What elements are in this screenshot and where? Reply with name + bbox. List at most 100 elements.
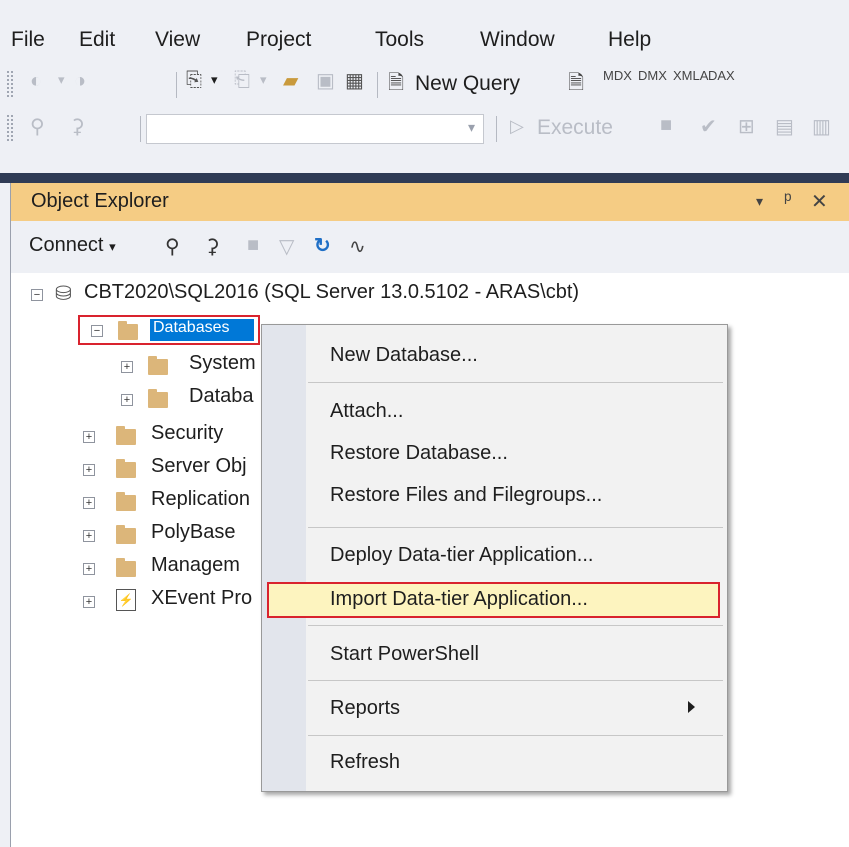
menu-window[interactable]: Window <box>480 28 555 52</box>
docking-band <box>0 173 849 183</box>
new-query-button[interactable]: New Query <box>415 72 520 96</box>
new-project-dropdown-icon[interactable]: ▾ <box>211 72 218 88</box>
replication-label: Replication <box>151 488 250 510</box>
execute-icon[interactable]: ▷ <box>510 116 524 137</box>
save-icon[interactable]: ▣ <box>316 68 335 93</box>
databases-context-menu: New Database... Attach... Restore Databa… <box>261 324 728 792</box>
tree-node-polybase[interactable]: + PolyBase <box>83 521 283 551</box>
folder-icon <box>116 525 136 544</box>
save-all-icon[interactable]: ▦ <box>345 68 364 93</box>
sql-editor-toolbar: ⚲ ⚳ ▾ ▷ Execute ■ ✔ ⊞ ▤ ▥ <box>0 106 849 150</box>
menu-project[interactable]: Project <box>246 28 311 52</box>
tree-node-replication[interactable]: + Replication <box>83 488 283 518</box>
refresh-icon[interactable]: ↻ <box>314 233 331 258</box>
database-engine-query-icon[interactable]: 🗎 <box>568 68 584 102</box>
expand-icon[interactable]: + <box>83 431 95 443</box>
menu-file[interactable]: File <box>11 28 45 52</box>
new-query-icon[interactable]: 🗎 <box>388 68 404 102</box>
menu-view[interactable]: View <box>155 28 200 52</box>
dmx-query-icon[interactable]: DMX <box>638 68 667 83</box>
display-plan-icon[interactable]: ⊞ <box>738 114 755 139</box>
menu-bar: File Edit View Project Tools Window Help <box>0 0 849 62</box>
expand-icon[interactable]: + <box>83 464 95 476</box>
menu-separator <box>308 527 723 528</box>
back-dropdown-icon[interactable]: ▾ <box>58 72 65 88</box>
stop-icon[interactable]: ■ <box>247 234 259 257</box>
back-icon[interactable]: ◐ <box>30 70 42 93</box>
expand-icon[interactable]: + <box>121 361 133 373</box>
filter-icon[interactable]: ▽ <box>279 234 294 259</box>
close-icon[interactable]: ✕ <box>811 189 828 214</box>
toolbar-grip[interactable] <box>6 70 14 98</box>
expand-icon[interactable]: + <box>83 596 95 608</box>
stop-icon[interactable]: ■ <box>660 114 672 137</box>
add-item-icon[interactable]: ⎗ <box>234 69 250 92</box>
dax-query-icon[interactable]: DAX <box>708 68 735 83</box>
toolbar-separator <box>176 72 177 98</box>
results-icon[interactable]: ▥ <box>812 114 831 139</box>
add-item-dropdown-icon[interactable]: ▾ <box>260 72 267 88</box>
activity-monitor-icon[interactable]: ∿ <box>349 234 366 259</box>
menu-item-import-data-tier[interactable]: Import Data-tier Application... <box>330 588 588 611</box>
connect-icon[interactable]: ⚲ <box>30 114 45 139</box>
pin-icon[interactable]: ᵖ <box>784 189 792 212</box>
object-explorer-toolbar: Connect ▾ ⚲ ⚳ ■ ▽ ↻ ∿ <box>11 221 849 273</box>
polybase-label: PolyBase <box>151 521 236 543</box>
toolbar-separator <box>140 116 141 142</box>
parse-icon[interactable]: ✔ <box>700 114 717 139</box>
toolbar-grip[interactable] <box>6 114 14 142</box>
submenu-arrow-icon <box>688 701 695 713</box>
new-project-icon[interactable]: ⎘ <box>186 69 202 92</box>
menu-edit[interactable]: Edit <box>79 28 115 52</box>
available-databases-combo[interactable]: ▾ <box>146 114 484 144</box>
object-explorer-title-bar: Object Explorer ▾ ᵖ ✕ <box>11 183 849 221</box>
tree-node-xevent-profiler[interactable]: + ⚡ XEvent Pro <box>83 587 283 617</box>
folder-icon <box>116 492 136 511</box>
menu-item-restore-database[interactable]: Restore Database... <box>330 442 508 465</box>
expand-icon[interactable]: + <box>83 497 95 509</box>
tree-node-management[interactable]: + Managem <box>83 554 283 584</box>
tree-node-system-databases[interactable]: + System <box>121 352 281 382</box>
menu-item-start-powershell[interactable]: Start PowerShell <box>330 643 479 666</box>
menu-separator <box>308 680 723 681</box>
folder-icon <box>116 459 136 478</box>
xmla-query-icon[interactable]: XMLA <box>673 68 708 83</box>
chevron-down-icon: ▾ <box>467 119 475 135</box>
disconnect-icon[interactable]: ⚳ <box>205 234 220 259</box>
menu-separator <box>308 735 723 736</box>
change-connection-icon[interactable]: ⚳ <box>70 114 85 139</box>
menu-item-restore-files-filegroups[interactable]: Restore Files and Filegroups... <box>330 484 602 507</box>
menu-item-refresh[interactable]: Refresh <box>330 751 400 774</box>
tree-node-server[interactable]: − ⛁ CBT2020\SQL2016 (SQL Server 13.0.510… <box>11 281 849 311</box>
expand-icon[interactable]: + <box>121 394 133 406</box>
connect-button[interactable]: Connect ▾ <box>29 234 116 257</box>
menu-item-attach[interactable]: Attach... <box>330 400 403 423</box>
menu-tools[interactable]: Tools <box>375 28 424 52</box>
expand-icon[interactable]: + <box>83 530 95 542</box>
execute-button[interactable]: Execute <box>537 116 613 140</box>
connect-icon[interactable]: ⚲ <box>165 234 180 259</box>
server-icon: ⛁ <box>55 283 72 305</box>
query-designer-icon[interactable]: ▤ <box>775 114 794 139</box>
folder-icon <box>148 356 168 375</box>
mdx-query-icon[interactable]: MDX <box>603 68 632 83</box>
collapse-icon[interactable]: − <box>31 289 43 301</box>
standard-toolbar: ◐ ▾ ◑ ⎘ ▾ ⎗ ▾ ▰ ▣ ▦ 🗎 New Query 🗎 MDX DM… <box>0 62 849 106</box>
forward-icon[interactable]: ◑ <box>74 70 86 93</box>
xevent-profiler-label: XEvent Pro <box>151 587 253 609</box>
tree-node-database-snapshots[interactable]: + Databa <box>121 385 281 415</box>
xevent-profiler-icon: ⚡ <box>116 589 136 611</box>
collapse-icon[interactable]: − <box>91 325 103 337</box>
menu-item-new-database[interactable]: New Database... <box>330 344 478 367</box>
menu-item-reports[interactable]: Reports <box>330 697 400 720</box>
expand-icon[interactable]: + <box>83 563 95 575</box>
server-objects-label: Server Obj <box>151 455 247 477</box>
database-snapshots-label: Databa <box>189 385 254 407</box>
menu-help[interactable]: Help <box>608 28 651 52</box>
window-position-icon[interactable]: ▾ <box>756 193 763 210</box>
tree-node-security[interactable]: + Security <box>83 422 283 452</box>
open-file-icon[interactable]: ▰ <box>283 68 298 93</box>
tree-node-databases[interactable]: − Databases <box>78 315 260 345</box>
menu-item-deploy-data-tier[interactable]: Deploy Data-tier Application... <box>330 544 593 567</box>
tree-node-server-objects[interactable]: + Server Obj <box>83 455 283 485</box>
